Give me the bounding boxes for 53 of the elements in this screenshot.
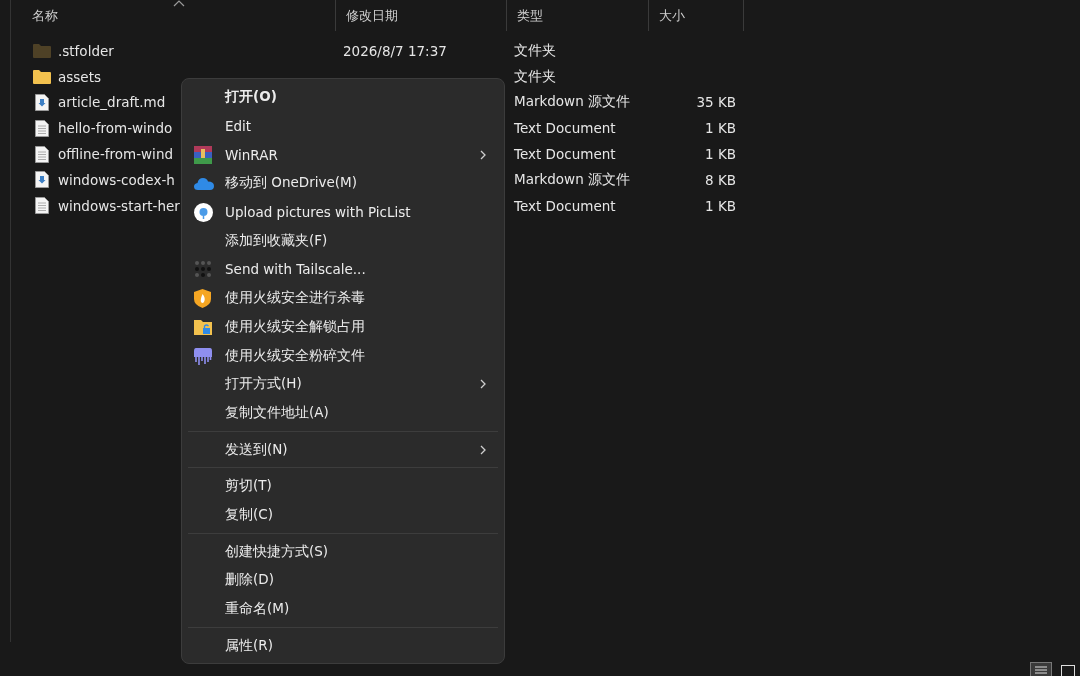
menu-item[interactable]: 打开(O) [186, 83, 500, 112]
folder-lock-icon [194, 318, 212, 335]
column-header[interactable]: 大小 [649, 0, 744, 31]
dot-grid-icon [194, 260, 212, 279]
file-size: 35 KB [696, 94, 736, 111]
menu-item[interactable]: 打开方式(H) [186, 369, 500, 399]
menu-item[interactable]: 添加到收藏夹(F) [186, 226, 500, 256]
menu-item[interactable]: 使用火绒安全解锁占用 [186, 312, 500, 342]
cloud-icon [194, 176, 214, 190]
file-name[interactable]: hello-from-windo [58, 120, 173, 137]
column-header[interactable]: 修改日期 [336, 0, 507, 31]
file-size: 1 KB [705, 197, 736, 214]
file-type: 文件夹 [514, 67, 556, 86]
menu-item[interactable]: 重命名(M) [186, 594, 500, 624]
column-header[interactable]: 名称 [22, 0, 336, 31]
menu-item[interactable]: Edit [186, 111, 500, 141]
menu-item[interactable]: WinRAR [186, 140, 500, 170]
shield-flame-icon [194, 288, 211, 308]
menu-item[interactable]: 属性(R) [186, 631, 500, 661]
menu-item[interactable]: 剪切(T) [186, 471, 500, 501]
shredder-icon [194, 346, 212, 365]
menu-item[interactable]: 移动到 OneDrive(M) [186, 169, 500, 198]
file-type: Markdown 源文件 [514, 170, 630, 189]
file-type: Text Document [514, 146, 616, 163]
file-type: Text Document [514, 197, 616, 214]
upload-circle-icon [194, 202, 213, 222]
file-type: Markdown 源文件 [514, 93, 630, 112]
modified-date: 2026/8/7 17:37 [343, 42, 447, 59]
file-type: Text Document [514, 120, 616, 137]
file-name[interactable]: offline-from-wind [58, 146, 173, 163]
file-name[interactable]: windows-start-her [58, 197, 180, 214]
menu-item[interactable]: 使用火绒安全进行杀毒 [186, 283, 500, 313]
file-name[interactable]: article_draft.md [58, 94, 166, 111]
details-view-icon[interactable] [1030, 662, 1052, 676]
file-size: 1 KB [705, 146, 736, 163]
file-name[interactable]: .stfolder [58, 42, 114, 59]
menu-item[interactable]: 使用火绒安全粉碎文件 [186, 341, 500, 370]
column-header[interactable]: 类型 [507, 0, 649, 31]
file-size: 1 KB [705, 120, 736, 137]
menu-item[interactable]: 创建快捷方式(S) [186, 537, 500, 566]
menu-item[interactable]: Upload pictures with PicList [186, 197, 500, 227]
menu-item[interactable]: 复制文件地址(A) [186, 398, 500, 428]
archive-books-icon [194, 145, 212, 164]
tiles-view-icon[interactable] [1058, 662, 1078, 676]
file-type: 文件夹 [514, 41, 556, 60]
file-name[interactable]: windows-codex-h [58, 171, 175, 188]
menu-item[interactable]: 发送到(N) [186, 435, 500, 464]
file-size: 8 KB [705, 171, 736, 188]
file-name[interactable]: assets [58, 68, 101, 85]
sort-caret-icon [172, 0, 185, 7]
menu-item[interactable]: 复制(C) [186, 500, 500, 530]
menu-item[interactable]: 删除(D) [186, 566, 500, 595]
menu-item[interactable]: Send with Tailscale... [186, 255, 500, 284]
